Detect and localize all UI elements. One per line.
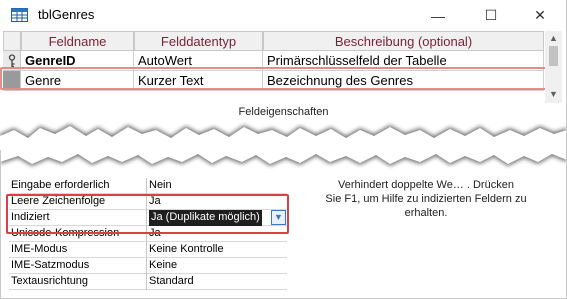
minimize-button[interactable]: — — [419, 0, 457, 31]
help-line: erhalten. — [404, 207, 448, 219]
property-key: Textausrichtung — [9, 274, 147, 290]
column-header-felddatentyp[interactable]: Felddatentyp — [134, 31, 263, 51]
maximize-button[interactable]: ☐ — [472, 0, 510, 31]
property-value[interactable]: Standard — [149, 274, 194, 290]
property-value[interactable]: Keine — [149, 258, 177, 274]
column-header-feldname[interactable]: Feldname — [21, 31, 134, 51]
property-key: IME-Modus — [9, 242, 147, 258]
property-key: IME-Satzmodus — [9, 258, 147, 274]
property-row[interactable]: Eingabe erforderlich Nein — [9, 178, 287, 194]
property-value[interactable]: Keine Kontrolle — [149, 242, 224, 258]
grid-corner[interactable] — [3, 31, 21, 51]
torn-edge-decoration — [0, 124, 567, 166]
property-row[interactable]: IME-Modus Keine Kontrolle — [9, 242, 287, 258]
primary-key-icon — [8, 54, 16, 68]
row-highlight-frame — [0, 67, 547, 90]
minimize-icon: — — [431, 7, 445, 24]
scroll-down-icon[interactable]: ▼ — [549, 89, 558, 99]
property-row[interactable]: Textausrichtung Standard — [9, 274, 287, 290]
close-button[interactable]: ✕ — [521, 0, 559, 31]
property-value[interactable]: Nein — [149, 178, 172, 194]
vertical-scrollbar[interactable]: ▲ ▼ — [545, 31, 562, 103]
property-key: Eingabe erforderlich — [9, 178, 147, 194]
scroll-up-icon[interactable]: ▲ — [549, 33, 558, 43]
window-title: tblGenres — [38, 7, 95, 22]
help-line: Sie F1, um Hilfe zu indizierten Feldern … — [325, 193, 527, 205]
help-line: Verhindert doppelte We… . Drücken — [338, 179, 514, 191]
title-bar: tblGenres — ☐ ✕ — [0, 0, 567, 31]
property-row[interactable]: IME-Satzmodus Keine — [9, 258, 287, 274]
property-help-text: Verhindert doppelte We… . Drücken Sie F1… — [296, 178, 556, 220]
scroll-thumb[interactable] — [549, 46, 558, 66]
frame-border — [0, 150, 1, 299]
table-design-window: tblGenres — ☐ ✕ Feldname Felddatentyp Be… — [0, 0, 567, 299]
column-header-beschreibung[interactable]: Beschreibung (optional) — [263, 31, 544, 51]
section-label-feldeigenschaften: Feldeigenschaften — [238, 106, 329, 118]
maximize-icon: ☐ — [484, 7, 498, 23]
close-icon: ✕ — [534, 7, 546, 23]
indiziert-highlight-frame — [6, 194, 289, 234]
table-icon — [11, 8, 28, 22]
